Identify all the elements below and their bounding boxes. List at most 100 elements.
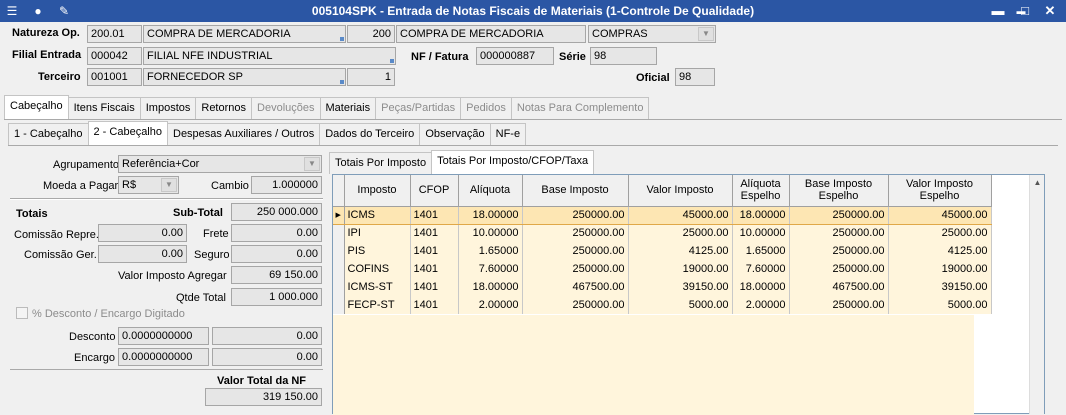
chevron-down-icon[interactable]: ▼ — [698, 27, 714, 41]
table-cell[interactable]: COFINS — [344, 260, 411, 278]
table-cell[interactable]: PIS — [344, 242, 411, 260]
frete-field[interactable]: 0.00 — [231, 224, 322, 242]
table-cell[interactable]: 5000.00 — [628, 296, 733, 314]
tab-impostos[interactable]: Impostos — [139, 97, 197, 119]
tab-nfe[interactable]: NF-e — [489, 123, 527, 145]
table-cell[interactable]: 250000.00 — [522, 224, 629, 242]
grid-scrollbar[interactable]: ▲ — [1029, 175, 1044, 414]
table-row[interactable]: IPI 1401 10.00000 250000.00 25000.00 10.00000… — [333, 224, 992, 242]
natureza-type-select[interactable]: COMPRAS ▼ — [588, 25, 716, 43]
table-cell[interactable]: 1401 — [410, 242, 459, 260]
table-cell[interactable]: 18.00000 — [732, 205, 790, 225]
serie-field[interactable]: 98 — [590, 47, 657, 65]
tab-dados-terceiro[interactable]: Dados do Terceiro — [319, 123, 421, 145]
table-cell[interactable]: 18.00000 — [458, 278, 523, 296]
table-cell[interactable]: 7.60000 — [732, 260, 790, 278]
table-cell[interactable]: 10.00000 — [732, 224, 790, 242]
table-cell[interactable]: IPI — [344, 224, 411, 242]
table-row[interactable]: ICMS-ST 1401 18.00000 467500.00 39150.00 18.0… — [333, 278, 992, 296]
table-cell[interactable]: 39150.00 — [888, 278, 992, 296]
moeda-select[interactable]: R$ ▼ — [118, 176, 179, 194]
col-header-base-imposto-espelho[interactable]: Base Imposto Espelho — [789, 175, 889, 207]
terceiro-desc-field[interactable]: FORNECEDOR SP — [143, 68, 346, 86]
seguro-field[interactable]: 0.00 — [231, 245, 322, 263]
col-header-imposto[interactable]: Imposto — [344, 175, 411, 207]
table-cell[interactable]: 39150.00 — [628, 278, 733, 296]
chevron-down-icon[interactable]: ▼ — [304, 157, 320, 171]
cambio-field[interactable]: 1.000000 — [251, 176, 322, 194]
table-cell[interactable]: 45000.00 — [888, 205, 992, 225]
table-cell[interactable]: 7.60000 — [458, 260, 523, 278]
tab-totais-imposto[interactable]: Totais Por Imposto — [329, 152, 433, 174]
table-row[interactable]: COFINS 1401 7.60000 250000.00 19000.00 7.6000… — [333, 260, 992, 278]
agrupamento-select[interactable]: Referência+Cor ▼ — [118, 155, 322, 173]
tab-cabecalho[interactable]: Cabeçalho — [4, 95, 69, 119]
tab-retornos[interactable]: Retornos — [195, 97, 253, 119]
table-cell[interactable]: 10.00000 — [458, 224, 523, 242]
tab-itens-fiscais[interactable]: Itens Fiscais — [67, 97, 141, 119]
table-cell[interactable]: 250000.00 — [522, 205, 629, 225]
table-cell[interactable]: 250000.00 — [789, 260, 889, 278]
table-cell[interactable]: 467500.00 — [522, 278, 629, 296]
table-cell[interactable]: 5000.00 — [888, 296, 992, 314]
table-cell[interactable]: 1401 — [410, 296, 459, 314]
table-cell[interactable]: 250000.00 — [522, 296, 629, 314]
table-cell[interactable]: 1.65000 — [732, 242, 790, 260]
col-header-aliquota-espelho[interactable]: Alíquota Espelho — [732, 175, 790, 207]
tab-pedidos[interactable]: Pedidos — [460, 97, 512, 119]
tab-despesas[interactable]: Despesas Auxiliares / Outros — [167, 123, 321, 145]
filial-desc-field[interactable]: FILIAL NFE INDUSTRIAL — [143, 47, 396, 65]
terceiro-code-field[interactable]: 001001 — [87, 68, 142, 86]
maximize-button[interactable]: □ — [1017, 3, 1033, 19]
table-cell[interactable]: 1401 — [410, 205, 459, 225]
table-cell[interactable]: 250000.00 — [789, 296, 889, 314]
table-cell[interactable]: 25000.00 — [628, 224, 733, 242]
filial-code-field[interactable]: 000042 — [87, 47, 142, 65]
encargo-pct-field[interactable]: 0.0000000000 — [118, 348, 209, 366]
comissao-repre-field[interactable]: 0.00 — [98, 224, 187, 242]
tab-notas-complemento[interactable]: Notas Para Complemento — [510, 97, 650, 119]
table-cell[interactable]: 19000.00 — [888, 260, 992, 278]
scroll-up-arrow-icon[interactable]: ▲ — [1030, 175, 1045, 190]
close-button[interactable]: ✕ — [1042, 3, 1058, 19]
table-row[interactable]: ▶ ICMS 1401 18.00000 250000.00 45000.00 18.000… — [333, 205, 992, 225]
table-cell[interactable]: 18.00000 — [732, 278, 790, 296]
natureza-num-field[interactable]: 200 — [347, 25, 395, 43]
table-cell[interactable]: 4125.00 — [628, 242, 733, 260]
desconto-pct-field[interactable]: 0.0000000000 — [118, 327, 209, 345]
minimize-button[interactable]: ▬ — [990, 3, 1006, 19]
table-cell[interactable]: 2.00000 — [732, 296, 790, 314]
tab-devolucoes[interactable]: Devoluções — [251, 97, 321, 119]
natureza-desc-field[interactable]: COMPRA DE MERCADORIA — [143, 25, 346, 43]
table-cell[interactable]: 250000.00 — [789, 205, 889, 225]
natureza-code-field[interactable]: 200.01 — [87, 25, 142, 43]
table-cell[interactable]: 250000.00 — [522, 260, 629, 278]
table-row[interactable]: FECP-ST 1401 2.00000 250000.00 5000.00 2.0000… — [333, 296, 992, 314]
desconto-value-field[interactable]: 0.00 — [212, 327, 322, 345]
tab-pecas-partidas[interactable]: Peças/Partidas — [375, 97, 462, 119]
table-cell[interactable]: 25000.00 — [888, 224, 992, 242]
tab-totais-imposto-cfop[interactable]: Totais Por Imposto/CFOP/Taxa — [431, 150, 595, 174]
table-cell[interactable]: 467500.00 — [789, 278, 889, 296]
table-cell[interactable]: 2.00000 — [458, 296, 523, 314]
table-cell[interactable]: 1401 — [410, 278, 459, 296]
comissao-ger-field[interactable]: 0.00 — [98, 245, 187, 263]
table-cell[interactable]: 250000.00 — [789, 242, 889, 260]
table-cell[interactable]: 18.00000 — [458, 205, 523, 225]
col-header-valor-imposto-espelho[interactable]: Valor Imposto Espelho — [888, 175, 992, 207]
table-cell[interactable]: 1401 — [410, 260, 459, 278]
table-cell[interactable]: 1.65000 — [458, 242, 523, 260]
col-header-cfop[interactable]: CFOP — [410, 175, 459, 207]
tab-1-cabecalho[interactable]: 1 - Cabeçalho — [8, 123, 89, 145]
table-cell[interactable]: 19000.00 — [628, 260, 733, 278]
terceiro-num-field[interactable]: 1 — [347, 68, 395, 86]
desconto-encargo-checkbox[interactable] — [16, 307, 28, 319]
oficial-field[interactable]: 98 — [675, 68, 715, 86]
table-cell[interactable]: ICMS-ST — [344, 278, 411, 296]
table-cell[interactable]: 250000.00 — [789, 224, 889, 242]
tab-materiais[interactable]: Materiais — [319, 97, 377, 119]
col-header-valor-imposto[interactable]: Valor Imposto — [628, 175, 733, 207]
encargo-value-field[interactable]: 0.00 — [212, 348, 322, 366]
nf-field[interactable]: 000000887 — [476, 47, 554, 65]
col-header-aliquota[interactable]: Alíquota — [458, 175, 523, 207]
